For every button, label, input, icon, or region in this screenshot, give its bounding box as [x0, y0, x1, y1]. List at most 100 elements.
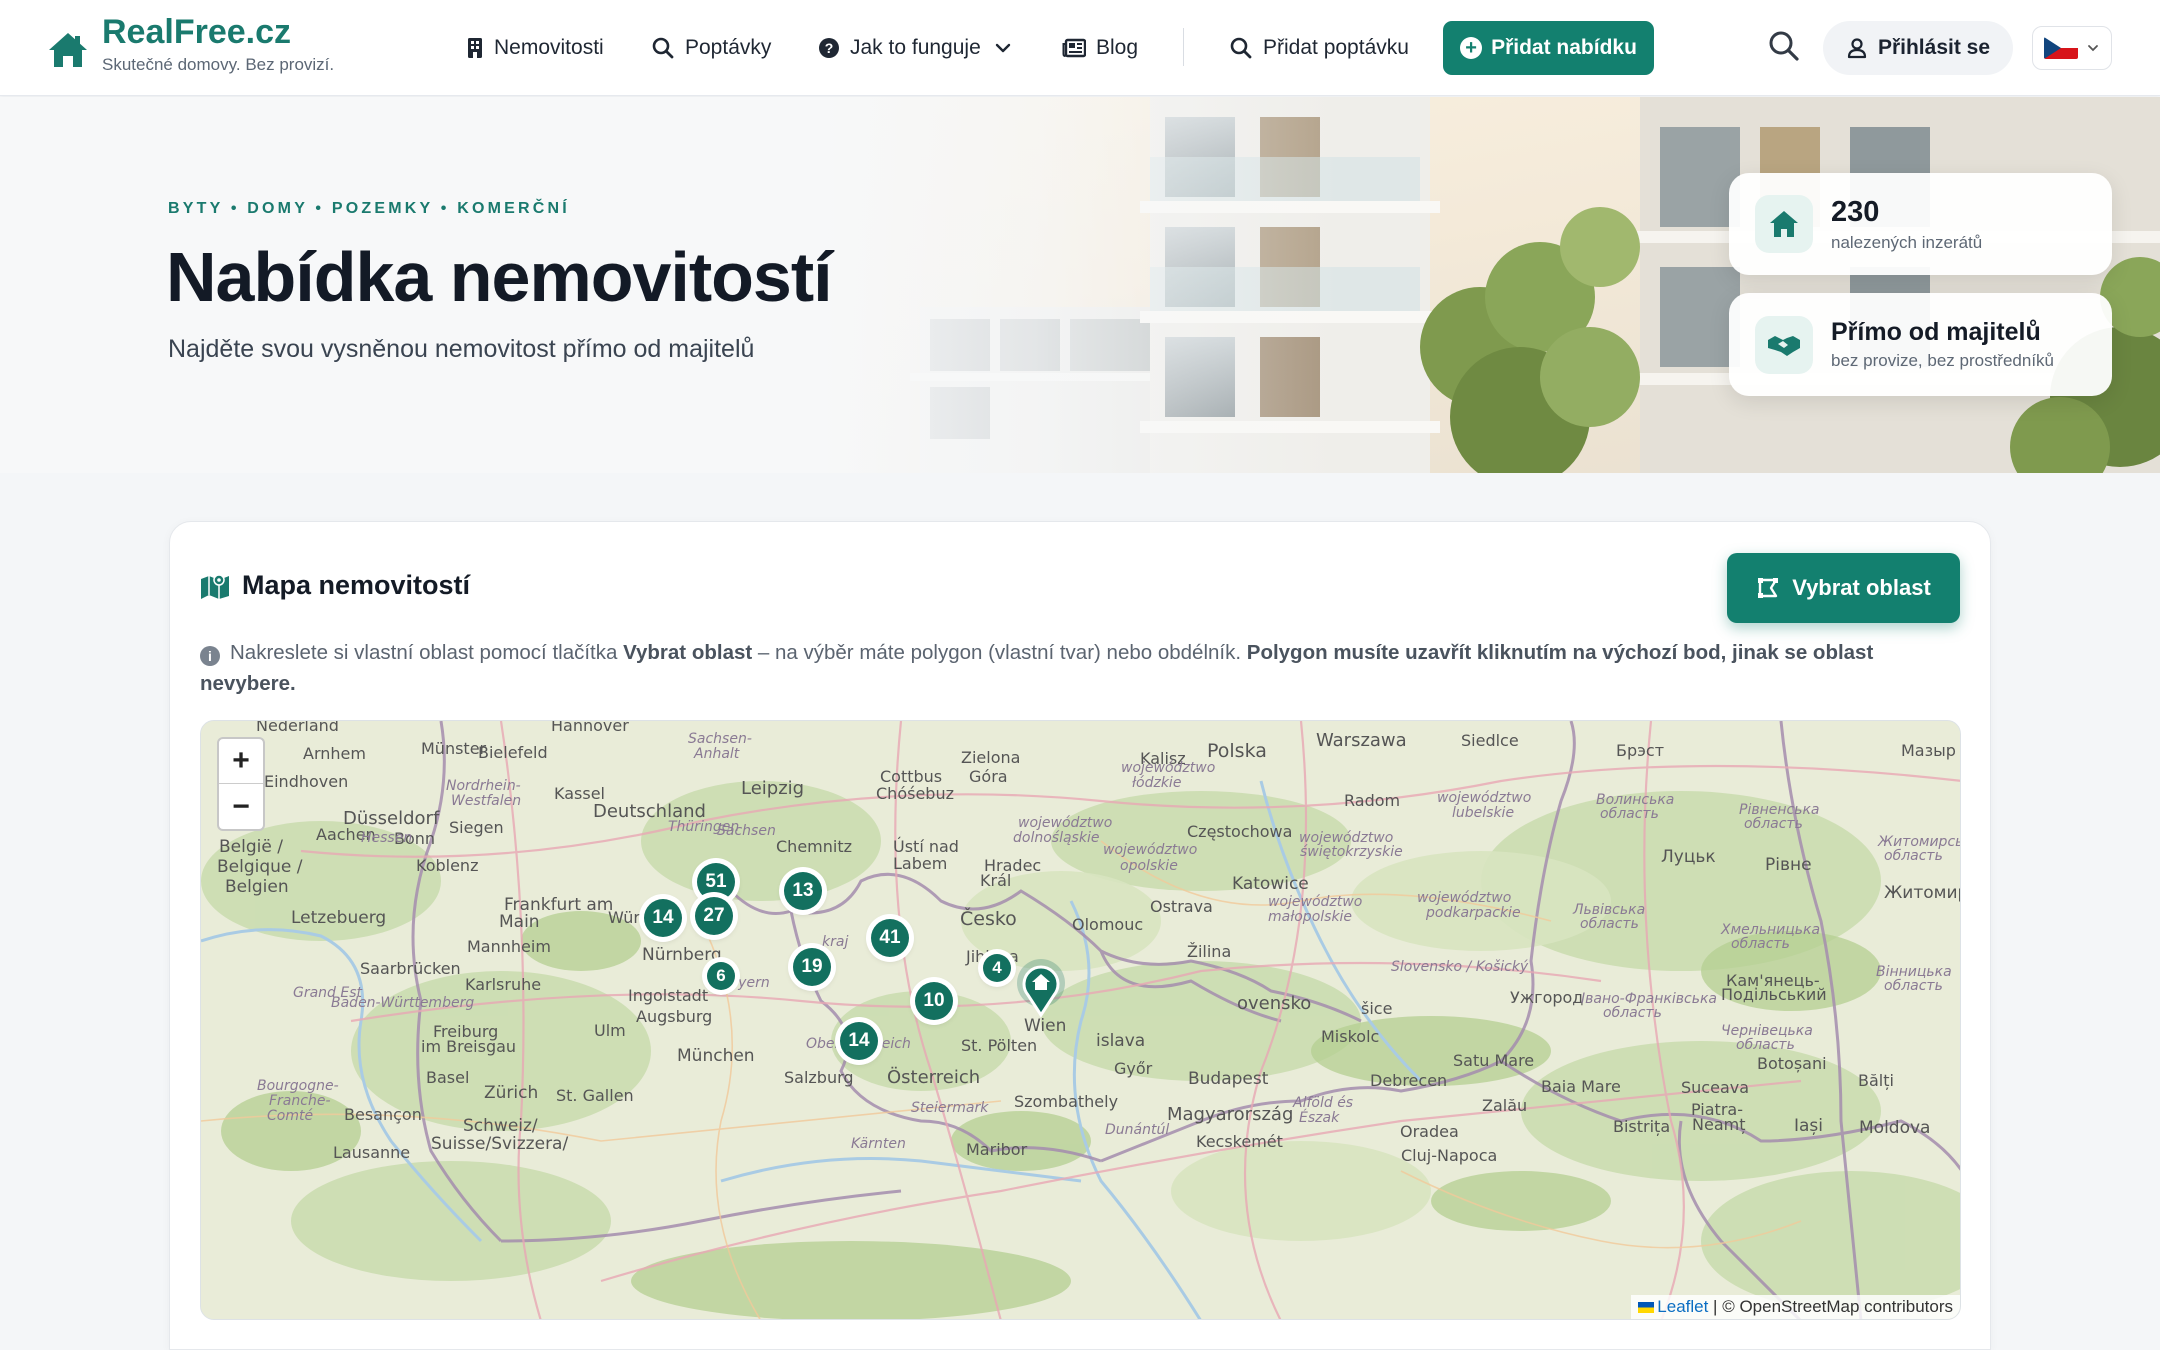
- add-offer-button[interactable]: + Přidat nabídku: [1443, 21, 1654, 75]
- svg-text:Ulm: Ulm: [594, 1021, 626, 1040]
- svg-text:Katowice: Katowice: [1232, 874, 1309, 894]
- svg-text:Észak: Észak: [1299, 1109, 1340, 1126]
- property-pin-icon[interactable]: [1015, 957, 1067, 1017]
- cluster-marker[interactable]: 13: [784, 872, 822, 910]
- svg-text:Basel: Basel: [426, 1068, 469, 1087]
- hero-banner: BYTY • DOMY • POZEMKY • KOMERČNÍ Nabídka…: [0, 97, 2160, 473]
- nav-link-label: Blog: [1096, 36, 1139, 59]
- svg-text:Nürnberg: Nürnberg: [642, 945, 722, 965]
- svg-text:łódzkie: łódzkie: [1132, 775, 1181, 791]
- svg-text:Belgique /: Belgique /: [217, 857, 303, 877]
- svg-text:Zielona: Zielona: [961, 748, 1020, 767]
- ukraine-flag-icon: [1638, 1302, 1655, 1313]
- svg-text:Zalău: Zalău: [1482, 1096, 1527, 1115]
- nav-link-blog[interactable]: Blog: [1062, 30, 1138, 66]
- zoom-in-button[interactable]: +: [219, 739, 263, 784]
- login-button[interactable]: Přihlásit se: [1823, 21, 2013, 75]
- svg-text:Bielefeld: Bielefeld: [478, 743, 548, 762]
- svg-text:Miskolc: Miskolc: [1321, 1027, 1379, 1046]
- search-icon[interactable]: [1766, 28, 1802, 64]
- svg-text:Augsburg: Augsburg: [636, 1007, 712, 1026]
- cluster-marker[interactable]: 41: [871, 919, 909, 957]
- svg-text:Nordrhein-: Nordrhein-: [446, 778, 521, 794]
- brand-logo[interactable]: RealFree.cz Skutečné domovy. Bez provizí…: [46, 12, 334, 75]
- svg-text:Magyarország: Magyarország: [1167, 1104, 1293, 1125]
- svg-text:Král: Král: [980, 871, 1011, 890]
- svg-text:Chemnitz: Chemnitz: [776, 837, 852, 856]
- leaflet-link[interactable]: Leaflet: [1657, 1297, 1708, 1316]
- chevron-down-icon: [995, 43, 1010, 53]
- svg-text:Neamț: Neamț: [1692, 1115, 1745, 1134]
- language-selector[interactable]: [2032, 26, 2112, 70]
- svg-text:Oradea: Oradea: [1400, 1122, 1459, 1141]
- svg-text:islava: islava: [1096, 1031, 1145, 1051]
- svg-text:Münster: Münster: [421, 739, 487, 758]
- svg-text:Franche-: Franche-: [269, 1093, 331, 1109]
- svg-text:Hessen: Hessen: [361, 830, 412, 846]
- cluster-marker[interactable]: 19: [793, 948, 831, 986]
- svg-text:Moldova: Moldova: [1859, 1118, 1930, 1138]
- svg-text:Botoșani: Botoșani: [1757, 1054, 1827, 1073]
- svg-text:область: область: [1580, 916, 1639, 932]
- svg-text:Siegen: Siegen: [449, 818, 504, 837]
- cluster-marker[interactable]: 4: [983, 954, 1011, 982]
- svg-text:Sachsen-: Sachsen-: [688, 731, 752, 747]
- svg-text:województwo: województwo: [1103, 842, 1197, 858]
- svg-text:kraj: kraj: [822, 934, 848, 950]
- svg-text:małopolskie: małopolskie: [1268, 909, 1352, 925]
- cluster-marker[interactable]: 27: [695, 897, 733, 935]
- nav-link-jak-to-funguje[interactable]: ? Jak to funguje: [818, 30, 1013, 66]
- svg-text:Bălți: Bălți: [1858, 1071, 1894, 1090]
- listing-count: 230: [1831, 195, 1880, 228]
- svg-text:Besançon: Besançon: [344, 1105, 422, 1124]
- svg-text:Žilina: Žilina: [1187, 942, 1231, 961]
- nav-link-pridat-poptavku[interactable]: Přidat poptávku: [1229, 30, 1409, 66]
- brand-tagline: Skutečné domovy. Bez provizí.: [102, 55, 335, 74]
- map-title-label: Mapa nemovitostí: [242, 570, 471, 600]
- property-map[interactable]: Nederland Hannover Polska Warszawa Siedl…: [200, 720, 1961, 1320]
- nav-link-label: Jak to funguje: [850, 36, 981, 59]
- svg-text:Chóśebuz: Chóśebuz: [876, 784, 954, 803]
- svg-text:Dunántúl: Dunántúl: [1105, 1122, 1169, 1138]
- svg-text:Österreich: Österreich: [887, 1066, 980, 1088]
- cluster-marker[interactable]: 14: [644, 899, 682, 937]
- svg-text:Мазыр: Мазыр: [1901, 741, 1956, 760]
- svg-text:Olomouc: Olomouc: [1072, 915, 1143, 934]
- svg-text:Labem: Labem: [893, 854, 947, 873]
- attribution-text: | © OpenStreetMap contributors: [1708, 1297, 1953, 1316]
- svg-text:šice: šice: [1361, 999, 1392, 1018]
- svg-text:Česko: Česko: [960, 906, 1017, 930]
- select-area-button[interactable]: Vybrat oblast: [1727, 553, 1960, 623]
- draw-polygon-icon: [1758, 578, 1779, 598]
- svg-text:Częstochowa: Częstochowa: [1187, 822, 1292, 841]
- svg-text:Maribor: Maribor: [966, 1140, 1028, 1159]
- svg-text:Góra: Góra: [969, 767, 1008, 786]
- svg-text:Sachsen: Sachsen: [717, 823, 776, 839]
- cluster-marker[interactable]: 51: [697, 863, 735, 901]
- svg-text:Polska: Polska: [1207, 740, 1267, 762]
- svg-text:Steiermark: Steiermark: [911, 1100, 989, 1116]
- svg-text:Mannheim: Mannheim: [467, 937, 551, 956]
- svg-text:Ingolstadt: Ingolstadt: [628, 986, 708, 1005]
- cluster-marker[interactable]: 6: [707, 962, 735, 990]
- nav-divider: [1183, 28, 1184, 66]
- svg-text:Wien: Wien: [1024, 1016, 1066, 1036]
- svg-text:Slovensko / Košický: Slovensko / Košický: [1391, 959, 1529, 975]
- svg-text:Житомир: Житомир: [1884, 883, 1961, 903]
- svg-text:Leipzig: Leipzig: [741, 778, 804, 799]
- svg-text:Belgien: Belgien: [225, 877, 289, 897]
- svg-text:Baia Mare: Baia Mare: [1541, 1077, 1621, 1096]
- map-instructions: i Nakreslete si vlastní oblast pomocí tla…: [200, 637, 1960, 699]
- nav-link-nemovitosti[interactable]: Nemovitosti: [466, 30, 604, 66]
- info-text-part: – na výběr máte polygon (vlastní tvar) n…: [752, 641, 1247, 664]
- building-icon: [468, 38, 482, 58]
- cluster-marker[interactable]: 10: [915, 982, 953, 1020]
- svg-text:Main: Main: [499, 912, 540, 932]
- nav-link-poptavky[interactable]: Poptávky: [651, 30, 771, 66]
- hero-subtitle: Najděte svou vysněnou nemovitost přímo o…: [168, 335, 755, 363]
- direct-owner-card: Přímo od majitelů bez provize, bez prost…: [1729, 293, 2112, 396]
- cluster-marker[interactable]: 14: [840, 1022, 878, 1060]
- svg-text:Луцьк: Луцьк: [1661, 847, 1716, 867]
- zoom-out-button[interactable]: −: [219, 784, 263, 829]
- svg-text:Eindhoven: Eindhoven: [264, 772, 348, 791]
